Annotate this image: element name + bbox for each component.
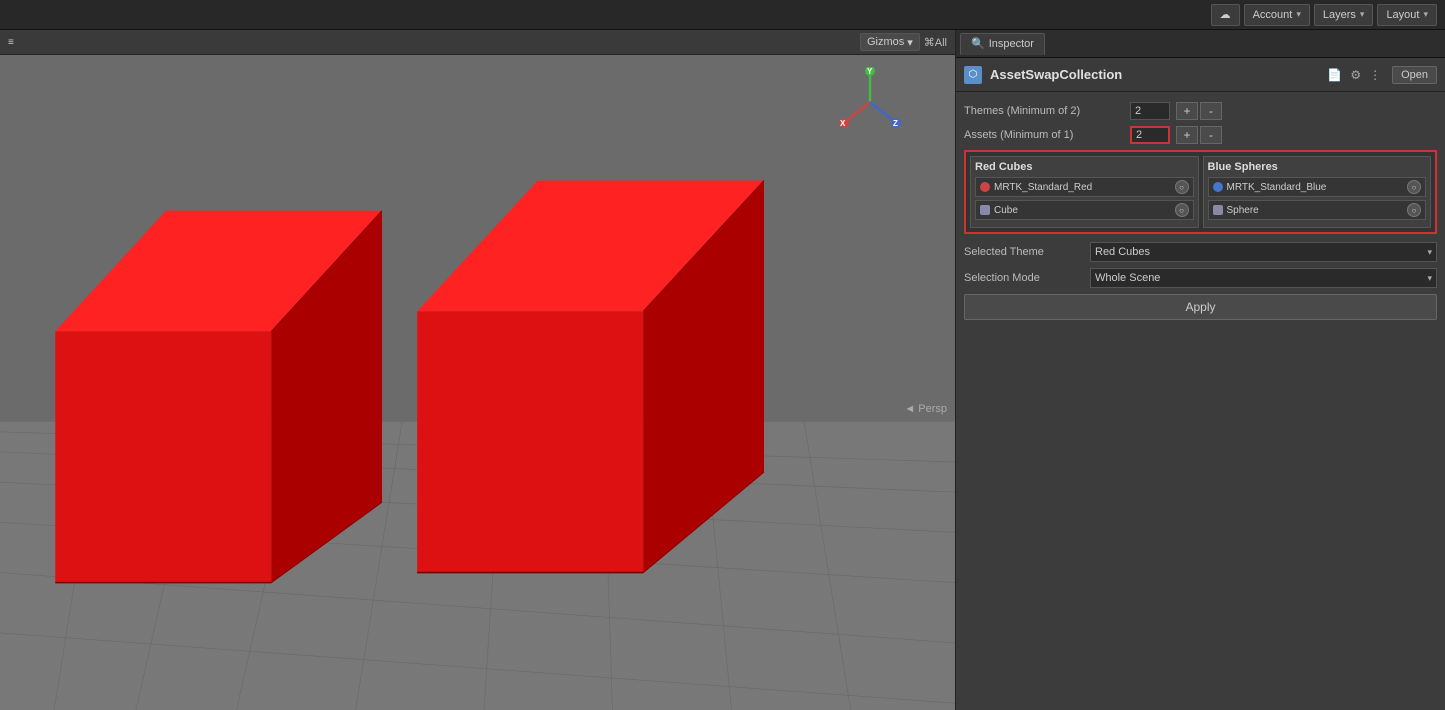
layout-button[interactable]: Layout ▾ bbox=[1377, 4, 1437, 26]
sphere-select-button[interactable]: ○ bbox=[1407, 203, 1421, 217]
selection-mode-label: Selection Mode bbox=[964, 272, 1084, 284]
themes-assets-grid: Red Cubes MRTK_Standard_Red ○ Cube ○ bbox=[964, 150, 1437, 234]
cube-name: Cube bbox=[994, 205, 1171, 216]
layout-arrow-icon: ▾ bbox=[1423, 9, 1428, 20]
blue-material-name: MRTK_Standard_Blue bbox=[1227, 182, 1404, 193]
sphere-name: Sphere bbox=[1227, 205, 1404, 216]
themes-plus-minus: + - bbox=[1176, 102, 1222, 120]
themes-plus-button[interactable]: + bbox=[1176, 102, 1198, 120]
top-bar: ☁ Account ▾ Layers ▾ Layout ▾ bbox=[0, 0, 1445, 30]
layers-arrow-icon: ▾ bbox=[1360, 9, 1365, 20]
scene-3d-view bbox=[0, 80, 955, 710]
svg-text:Y: Y bbox=[867, 67, 873, 76]
red-cubes-header: Red Cubes bbox=[975, 161, 1194, 173]
inspector-tab[interactable]: 🔍 Inspector bbox=[960, 33, 1045, 55]
blue-spheres-header: Blue Spheres bbox=[1208, 161, 1427, 173]
themes-label: Themes (Minimum of 2) bbox=[964, 105, 1124, 117]
account-label: Account bbox=[1253, 9, 1293, 21]
cloud-button[interactable]: ☁ bbox=[1211, 4, 1240, 26]
gizmos-arrow-icon: ▾ bbox=[907, 36, 913, 49]
inspector-panel: 🔍 Inspector ⬡ AssetSwapCollection 📄 ⚙ ⋮ … bbox=[955, 30, 1445, 710]
settings-icon[interactable]: ⚙ bbox=[1347, 66, 1364, 84]
panel-icons: 📄 ⚙ ⋮ bbox=[1324, 66, 1384, 84]
cube-select-button[interactable]: ○ bbox=[1175, 203, 1189, 217]
red-material-name: MRTK_Standard_Red bbox=[994, 182, 1171, 193]
inspector-tab-icon: 🔍 bbox=[971, 37, 985, 50]
gizmo-axes: Y X Z bbox=[835, 67, 905, 137]
layers-button[interactable]: Layers ▾ bbox=[1314, 4, 1374, 26]
sphere-row: Sphere ○ bbox=[1208, 200, 1427, 220]
blue-material-select-button[interactable]: ○ bbox=[1407, 180, 1421, 194]
selection-mode-arrow-icon: ▾ bbox=[1427, 273, 1432, 284]
gizmos-label: Gizmos bbox=[867, 36, 904, 48]
layout-label: Layout bbox=[1386, 9, 1419, 21]
scene-canvas: Y X Z ◄ Persp bbox=[0, 55, 955, 710]
sphere-dot-icon bbox=[1213, 205, 1223, 215]
themes-field-row: Themes (Minimum of 2) 2 + - bbox=[964, 102, 1437, 120]
cube-dot-icon bbox=[980, 205, 990, 215]
assets-plus-minus: + - bbox=[1176, 126, 1222, 144]
svg-text:X: X bbox=[840, 119, 846, 128]
persp-label: ◄ Persp bbox=[904, 403, 947, 415]
component-icon: ⬡ bbox=[964, 66, 982, 84]
cube-row: Cube ○ bbox=[975, 200, 1194, 220]
inspector-tab-bar: 🔍 Inspector bbox=[956, 30, 1445, 58]
red-material-dot-icon bbox=[980, 182, 990, 192]
svg-text:Z: Z bbox=[893, 119, 898, 128]
overflow-icon[interactable]: ⋮ bbox=[1366, 66, 1384, 84]
themes-value[interactable]: 2 bbox=[1130, 102, 1170, 120]
unity-logo-icon: ⬡ bbox=[969, 69, 978, 80]
themes-minus-button[interactable]: - bbox=[1200, 102, 1222, 120]
inspector-body: Themes (Minimum of 2) 2 + - Assets (Mini… bbox=[956, 92, 1445, 710]
all-label: ⌘All bbox=[924, 36, 947, 49]
assets-minus-button[interactable]: - bbox=[1200, 126, 1222, 144]
cloud-icon: ☁ bbox=[1220, 8, 1231, 21]
assets-field-row: Assets (Minimum of 1) 2 + - bbox=[964, 126, 1437, 144]
selection-mode-dropdown[interactable]: Whole Scene ▾ bbox=[1090, 268, 1437, 288]
selected-theme-dropdown[interactable]: Red Cubes ▾ bbox=[1090, 242, 1437, 262]
scene-toolbar: ≡ Gizmos ▾ ⌘All bbox=[0, 30, 955, 55]
red-material-row: MRTK_Standard_Red ○ bbox=[975, 177, 1194, 197]
gizmos-button[interactable]: Gizmos ▾ bbox=[860, 33, 920, 51]
assets-label: Assets (Minimum of 1) bbox=[964, 129, 1124, 141]
inspector-header: ⬡ AssetSwapCollection 📄 ⚙ ⋮ Open bbox=[956, 58, 1445, 92]
selected-theme-value: Red Cubes bbox=[1095, 246, 1150, 258]
script-icon[interactable]: 📄 bbox=[1324, 66, 1345, 84]
account-arrow-icon: ▾ bbox=[1296, 9, 1301, 20]
scene-toolbar-left: ≡ bbox=[8, 37, 14, 48]
apply-button[interactable]: Apply bbox=[964, 294, 1437, 320]
component-name: AssetSwapCollection bbox=[990, 67, 1316, 82]
assets-plus-button[interactable]: + bbox=[1176, 126, 1198, 144]
main-layout: ≡ Gizmos ▾ ⌘All bbox=[0, 30, 1445, 710]
selection-mode-value: Whole Scene bbox=[1095, 272, 1160, 284]
red-material-select-button[interactable]: ○ bbox=[1175, 180, 1189, 194]
scene-view: ≡ Gizmos ▾ ⌘All bbox=[0, 30, 955, 710]
expand-icon: ≡ bbox=[8, 37, 14, 48]
inspector-tab-label: Inspector bbox=[989, 38, 1034, 50]
blue-spheres-column: Blue Spheres MRTK_Standard_Blue ○ Sphere… bbox=[1203, 156, 1432, 228]
assets-value[interactable]: 2 bbox=[1130, 126, 1170, 144]
selected-theme-label: Selected Theme bbox=[964, 246, 1084, 258]
layers-label: Layers bbox=[1323, 9, 1356, 21]
scene-toolbar-right: Gizmos ▾ ⌘All bbox=[860, 33, 947, 51]
account-button[interactable]: Account ▾ bbox=[1244, 4, 1310, 26]
blue-material-dot-icon bbox=[1213, 182, 1223, 192]
red-cubes-column: Red Cubes MRTK_Standard_Red ○ Cube ○ bbox=[970, 156, 1199, 228]
selection-mode-row: Selection Mode Whole Scene ▾ bbox=[964, 268, 1437, 288]
selected-theme-row: Selected Theme Red Cubes ▾ bbox=[964, 242, 1437, 262]
selected-theme-arrow-icon: ▾ bbox=[1427, 247, 1432, 258]
open-button[interactable]: Open bbox=[1392, 66, 1437, 84]
blue-material-row: MRTK_Standard_Blue ○ bbox=[1208, 177, 1427, 197]
